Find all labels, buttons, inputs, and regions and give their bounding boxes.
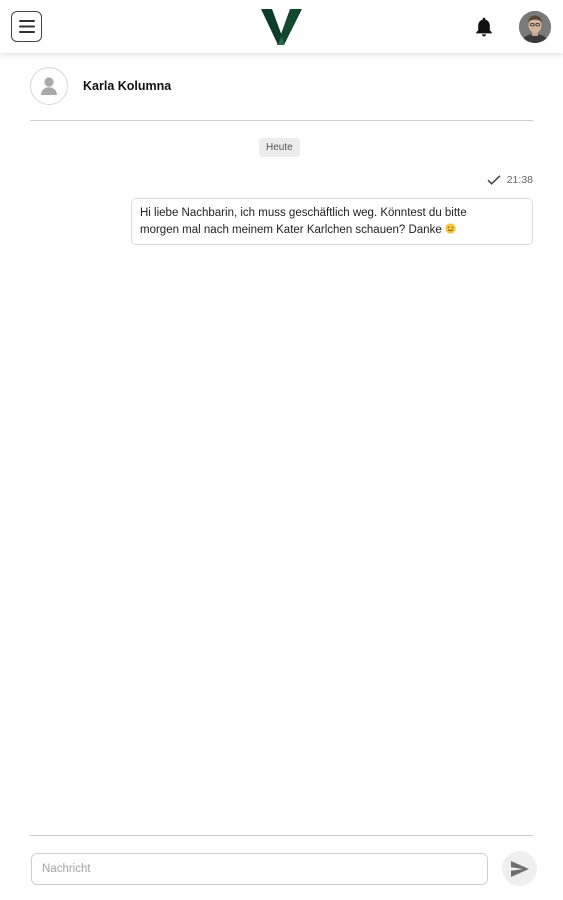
message-bubble[interactable]: Hi liebe Nachbarin, ich muss geschäftlic… <box>131 198 533 245</box>
menu-button[interactable] <box>11 11 42 42</box>
message-text-line-2: morgen mal nach meinem Kater Karlchen sc… <box>140 222 524 239</box>
send-button[interactable] <box>502 851 537 886</box>
hamburger-menu-icon <box>18 20 35 33</box>
user-photo-icon <box>519 11 551 43</box>
bell-icon <box>476 17 492 37</box>
app-logo[interactable] <box>261 9 303 45</box>
v-logo-icon <box>261 9 302 45</box>
contact-name[interactable]: Karla Kolumna <box>83 79 171 93</box>
notifications-button[interactable] <box>471 14 497 40</box>
message-timestamp: 21:38 <box>506 174 533 186</box>
check-icon <box>487 175 501 185</box>
send-icon <box>510 860 529 877</box>
message-text-line-1: Hi liebe Nachbarin, ich muss geschäftlic… <box>140 207 467 219</box>
header-divider <box>30 120 533 121</box>
date-separator: Heute <box>259 138 300 157</box>
person-placeholder-icon <box>41 77 57 95</box>
composer-divider <box>30 835 533 836</box>
contact-avatar[interactable] <box>30 67 68 105</box>
conversation-header: Karla Kolumna <box>30 67 533 107</box>
user-avatar[interactable] <box>519 11 551 43</box>
smiling-face-emoji-icon <box>445 223 456 234</box>
app-header <box>0 0 563 53</box>
message-meta: 21:38 <box>487 173 533 187</box>
message-text-line-2-text: morgen mal nach meinem Kater Karlchen sc… <box>140 224 442 236</box>
message-input[interactable] <box>31 853 488 885</box>
